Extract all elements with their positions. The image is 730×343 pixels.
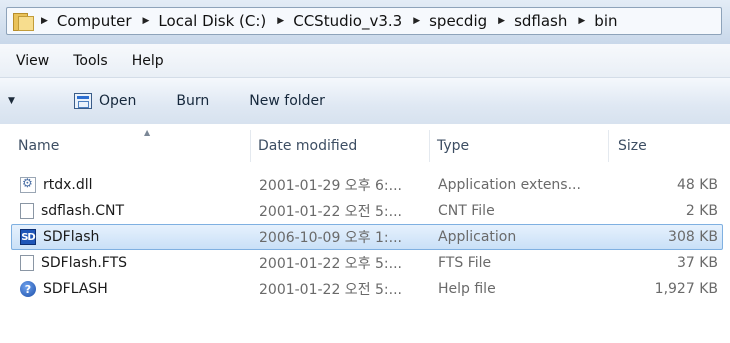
file-name: sdflash.CNT (41, 203, 124, 219)
column-divider[interactable] (250, 130, 251, 162)
file-type: Application (438, 229, 517, 245)
address-bar: ▶ Computer ▶ Local Disk (C:) ▶ CCStudio_… (0, 0, 730, 45)
menu-help[interactable]: Help (122, 53, 174, 69)
file-row-rtdx-dll[interactable]: rtdx.dll 2001-01-29 오후 6:... Application… (11, 172, 723, 198)
file-size: 308 KB (668, 229, 718, 245)
breadcrumb-item-ccstudio[interactable]: ▶ CCStudio_v3.3 (266, 12, 402, 30)
burn-button-label: Burn (176, 93, 210, 109)
breadcrumb-item-bin[interactable]: ▶ bin (567, 12, 617, 30)
application-icon: SD (20, 229, 36, 245)
file-date: 2001-01-29 오후 6:... (259, 178, 402, 194)
chevron-right-icon[interactable]: ▶ (413, 16, 420, 26)
file-name: SDFlash (43, 229, 100, 245)
file-size: 37 KB (676, 255, 718, 271)
file-name: SDFlash.FTS (41, 255, 128, 271)
open-button-label: Open (99, 93, 137, 109)
column-header-date-label: Date modified (258, 138, 358, 154)
column-header-type[interactable]: Type (437, 124, 607, 168)
chevron-right-icon[interactable]: ▶ (277, 16, 284, 26)
file-name: rtdx.dll (43, 177, 93, 193)
chevron-right-icon[interactable]: ▶ (498, 16, 505, 26)
column-header-name[interactable]: Name ▲ (18, 124, 250, 168)
file-date: 2001-01-22 오후 5:... (259, 256, 402, 272)
file-row-sdflash-cnt[interactable]: sdflash.CNT 2001-01-22 오전 5:... CNT File… (11, 198, 723, 224)
chevron-right-icon[interactable]: ▶ (41, 16, 48, 26)
file-row-sdflash-exe[interactable]: SD SDFlash 2006-10-09 오후 1:... Applicati… (11, 224, 723, 250)
breadcrumb-label[interactable]: sdflash (514, 12, 567, 30)
document-icon (20, 203, 34, 219)
breadcrumb-label[interactable]: Local Disk (C:) (158, 12, 266, 30)
open-button[interactable]: Open (64, 86, 146, 116)
open-program-icon (74, 93, 92, 109)
column-divider[interactable] (608, 130, 609, 162)
breadcrumb-item-computer[interactable]: ▶ Computer (35, 12, 132, 30)
file-row-sdflash-fts[interactable]: SDFlash.FTS 2001-01-22 오후 5:... FTS File… (11, 250, 723, 276)
menu-tools[interactable]: Tools (63, 53, 118, 69)
column-header-size-label: Size (618, 138, 647, 154)
organize-dropdown-caret-icon[interactable]: ▼ (8, 96, 20, 106)
file-row-sdflash-help[interactable]: ? SDFLASH 2001-01-22 오전 5:... Help file … (11, 276, 723, 302)
chevron-right-icon[interactable]: ▶ (143, 16, 150, 26)
column-header-name-label: Name (18, 138, 60, 154)
breadcrumb-label[interactable]: specdig (429, 12, 487, 30)
column-divider[interactable] (429, 130, 430, 162)
burn-button[interactable]: Burn (166, 86, 219, 116)
new-folder-button-label: New folder (249, 93, 325, 109)
dll-icon (20, 176, 36, 193)
sort-ascending-icon: ▲ (144, 128, 151, 137)
file-date: 2001-01-22 오전 5:... (259, 282, 402, 298)
folder-icon (13, 12, 35, 31)
menu-bar: View Tools Help (0, 44, 730, 78)
column-header-type-label: Type (437, 138, 470, 154)
command-bar: ▼ Open Burn New folder (0, 78, 730, 125)
column-header-date-modified[interactable]: Date modified (258, 124, 426, 168)
breadcrumb[interactable]: ▶ Computer ▶ Local Disk (C:) ▶ CCStudio_… (6, 7, 722, 35)
new-folder-button[interactable]: New folder (239, 86, 335, 116)
menu-view[interactable]: View (6, 53, 59, 69)
file-date: 2001-01-22 오전 5:... (259, 204, 402, 220)
document-icon (20, 255, 34, 271)
breadcrumb-item-specdig[interactable]: ▶ specdig (402, 12, 487, 30)
breadcrumb-label[interactable]: Computer (57, 12, 132, 30)
file-type: Application extens... (438, 177, 581, 193)
breadcrumb-item-sdflash[interactable]: ▶ sdflash (487, 12, 567, 30)
file-name: SDFLASH (43, 281, 108, 297)
file-list: rtdx.dll 2001-01-29 오후 6:... Application… (0, 172, 730, 302)
breadcrumb-item-local-disk[interactable]: ▶ Local Disk (C:) (132, 12, 267, 30)
column-header-size[interactable]: Size (618, 124, 718, 168)
file-size: 2 KB (685, 203, 718, 219)
column-header-row: Name ▲ Date modified Type Size (0, 124, 730, 168)
file-size: 48 KB (676, 177, 718, 193)
breadcrumb-label[interactable]: CCStudio_v3.3 (293, 12, 402, 30)
file-date: 2006-10-09 오후 1:... (259, 230, 402, 246)
breadcrumb-label[interactable]: bin (594, 12, 617, 30)
file-type: FTS File (438, 255, 492, 271)
file-size: 1,927 KB (654, 281, 718, 297)
chevron-right-icon[interactable]: ▶ (578, 16, 585, 26)
help-icon: ? (20, 281, 36, 297)
file-type: CNT File (438, 203, 495, 219)
file-type: Help file (438, 281, 496, 297)
